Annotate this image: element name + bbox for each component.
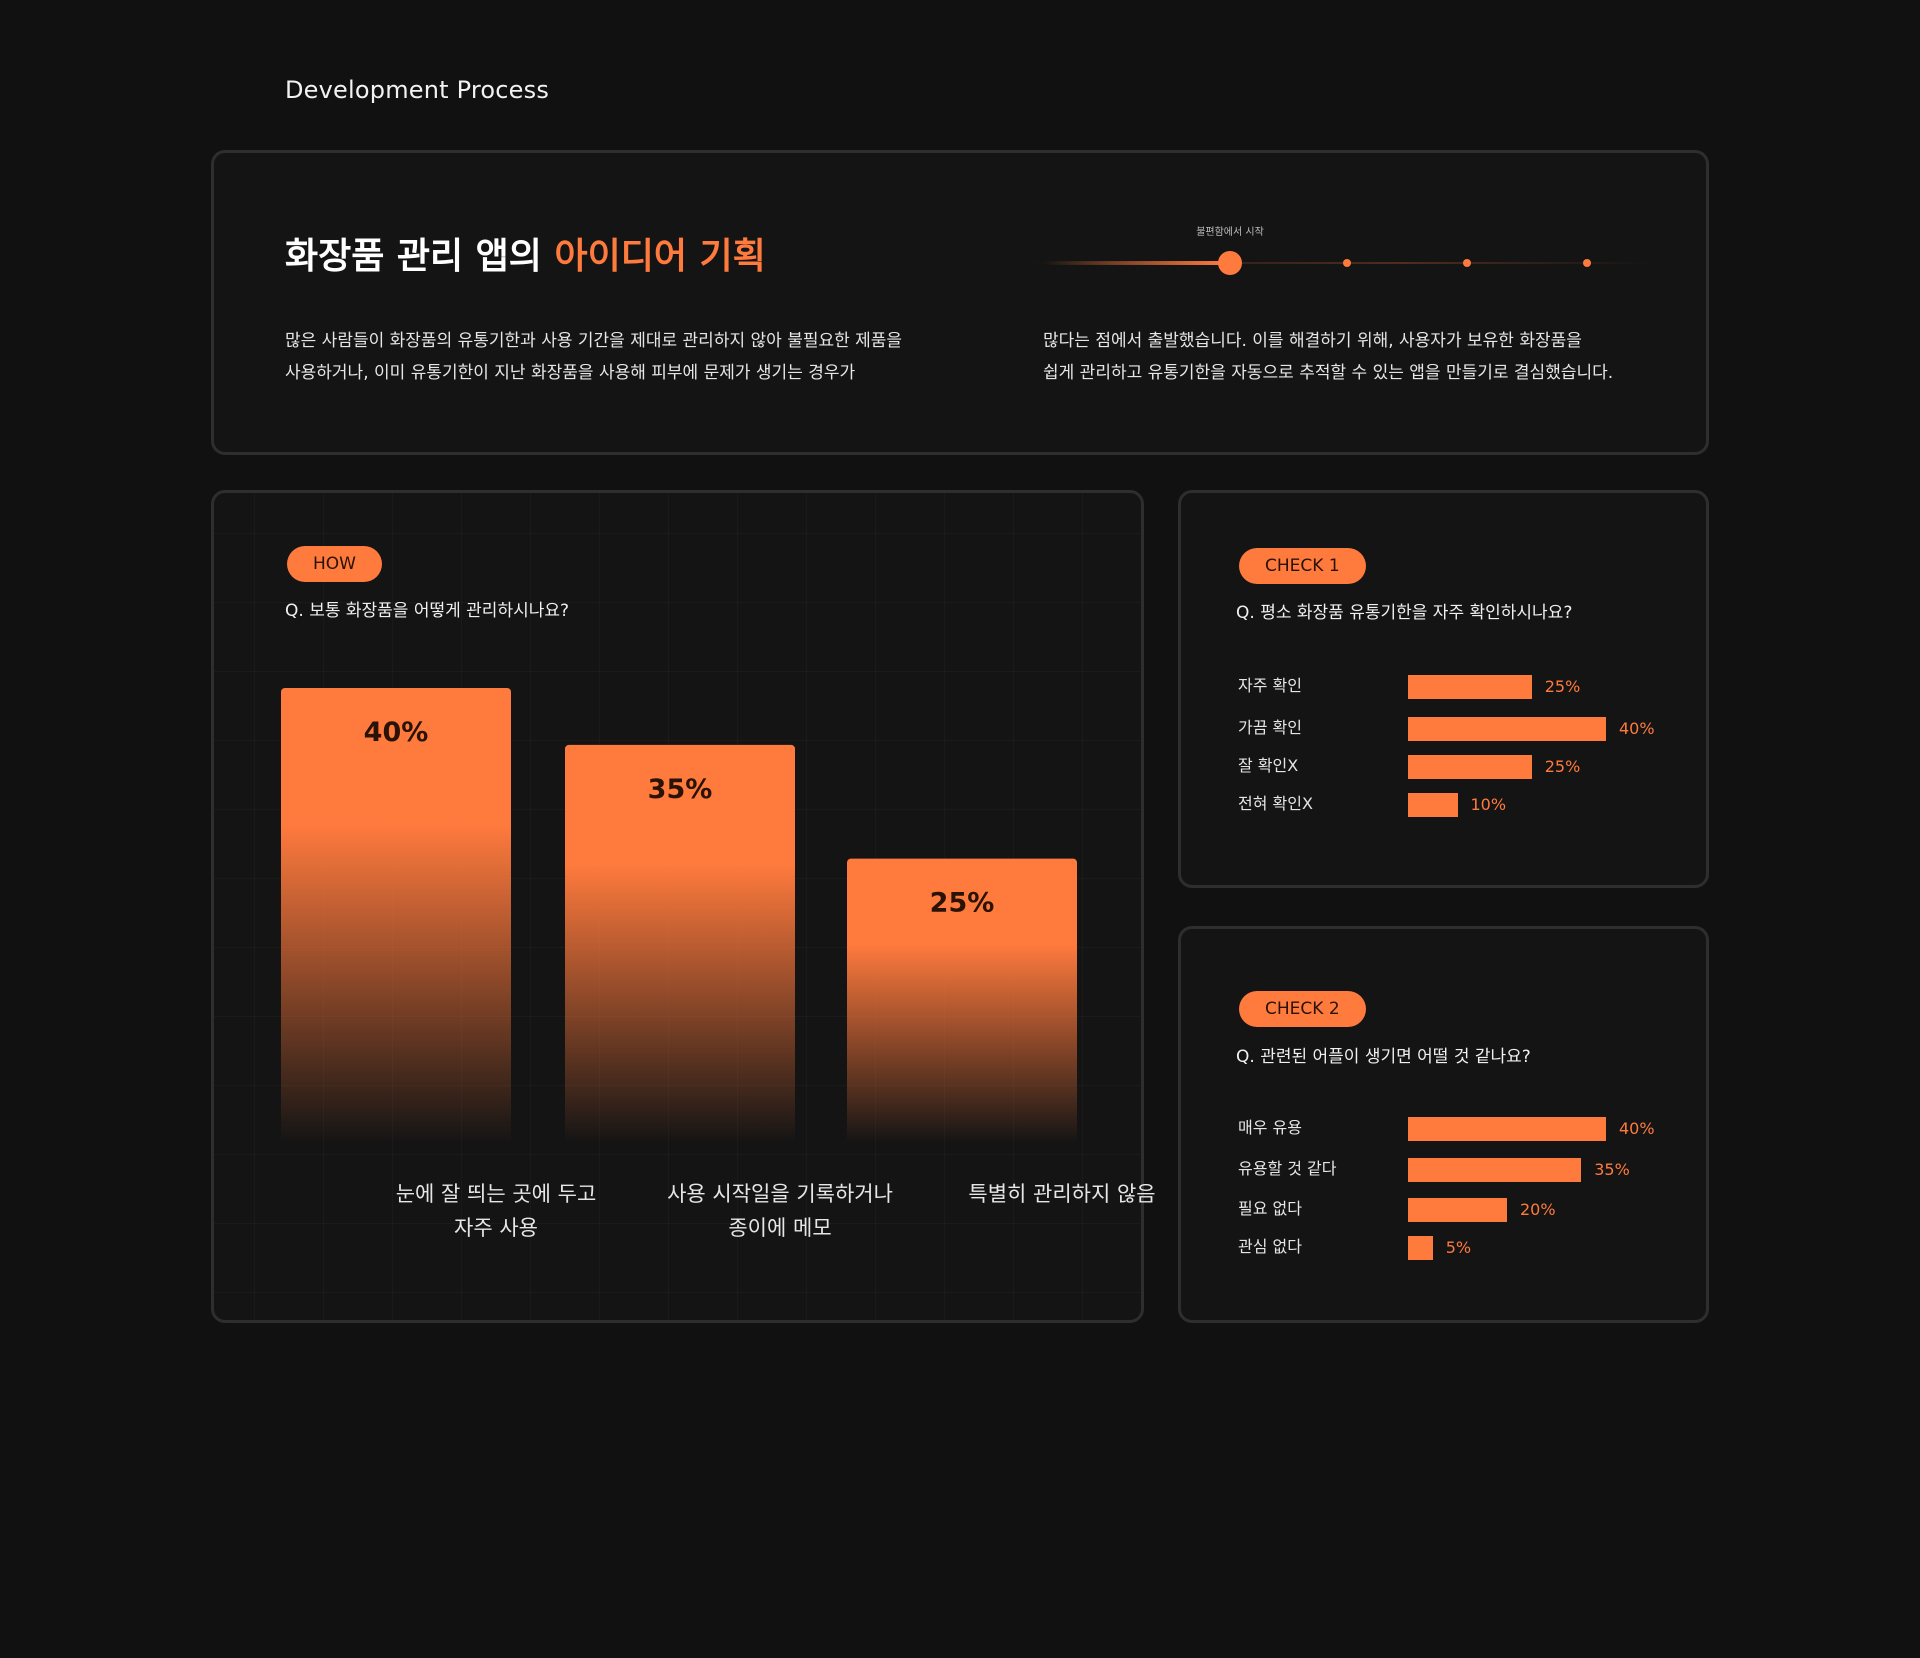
- bar: [281, 688, 511, 1143]
- idea-paragraph-right: 많다는 점에서 출발했습니다. 이를 해결하기 위해, 사용자가 보유한 화장품…: [1043, 325, 1613, 389]
- paragraph-line: 많다는 점에서 출발했습니다. 이를 해결하기 위해, 사용자가 보유한 화장품…: [1043, 331, 1582, 351]
- idea-paragraph-left: 많은 사람들이 화장품의 유통기한과 사용 기간을 제대로 관리하지 않아 불필…: [285, 325, 902, 389]
- bar-value-label: 40%: [1619, 1119, 1655, 1138]
- bar-value-label: 35%: [648, 774, 713, 805]
- idea-card: 화장품 관리 앱의 아이디어 기획 불편함에서 시작 많은 사람들이 화장품의 …: [211, 150, 1709, 455]
- idea-title: 화장품 관리 앱의 아이디어 기획: [285, 227, 766, 279]
- check1-question: Q. 평소 화장품 유통기한을 자주 확인하시나요?: [1236, 603, 1573, 623]
- bar: [1408, 793, 1458, 817]
- bar-value-label: 10%: [1470, 795, 1507, 814]
- idea-title-main: 화장품 관리 앱의: [285, 236, 555, 277]
- section-label: Development Process: [285, 76, 550, 104]
- bar-category-label: 눈에 잘 띄는 곳에 두고 자주 사용: [381, 1177, 611, 1245]
- bar-category-line: 종이에 메모: [728, 1216, 832, 1240]
- bar: [1408, 1158, 1582, 1182]
- timeline-step-3: [1463, 259, 1471, 267]
- bar-category-line: 특별히 관리하지 않음: [968, 1182, 1156, 1206]
- bar-category-label: 자주 확인: [1238, 676, 1302, 695]
- bar-value-label: 40%: [364, 717, 429, 748]
- bar-category-label: 유용할 것 같다: [1238, 1159, 1337, 1178]
- check2-question: Q. 관련된 어플이 생기면 어떨 것 같나요?: [1236, 1047, 1531, 1067]
- bar-value-label: 35%: [1594, 1160, 1630, 1179]
- bar-value-label: 40%: [1619, 719, 1655, 738]
- how-card: HOW Q. 보통 화장품을 어떻게 관리하시나요? 40% 35% 25% 눈에 …: [211, 490, 1156, 1323]
- bar: [1408, 717, 1606, 741]
- check2-card: CHECK 2 Q. 관련된 어플이 생기면 어떨 것 같나요? 매우 유용 40…: [1178, 926, 1709, 1323]
- bar-category-label: 전혀 확인X: [1238, 794, 1313, 813]
- bar: [1408, 1236, 1433, 1260]
- paragraph-line: 사용하거나, 이미 유통기한이 지난 화장품을 사용해 피부에 문제가 생기는 …: [285, 363, 856, 383]
- check1-tag: CHECK 1: [1239, 548, 1366, 584]
- bar-value-label: 25%: [1544, 757, 1581, 776]
- bar-category-label: 매우 유용: [1238, 1118, 1302, 1137]
- timeline-step-4: [1583, 259, 1591, 267]
- paragraph-line: 쉽게 관리하고 유통기한을 자동으로 추적할 수 있는 앱을 만들기로 결심했습…: [1043, 363, 1614, 383]
- bar-category-label: 사용 시작일을 기록하거나 종이에 메모: [665, 1177, 895, 1245]
- bar-category-line: 사용 시작일을 기록하거나: [667, 1182, 893, 1206]
- timeline-progress: [1044, 261, 1224, 265]
- timeline: 불편함에서 시작: [1024, 223, 1654, 283]
- paragraph-line: 많은 사람들이 화장품의 유통기한과 사용 기간을 제대로 관리하지 않아 불필…: [285, 331, 903, 351]
- bar-category-label: 특별히 관리하지 않음: [947, 1177, 1177, 1211]
- bar-category-label: 관심 없다: [1238, 1237, 1302, 1256]
- bar-value-label: 5%: [1445, 1238, 1472, 1257]
- timeline-label: 불편함에서 시작: [1196, 227, 1264, 238]
- bar-value-label: 25%: [930, 888, 995, 919]
- bar-category-label: 필요 없다: [1238, 1199, 1302, 1218]
- bar: [1408, 675, 1532, 699]
- timeline-step-2: [1343, 259, 1351, 267]
- bar: [1408, 755, 1532, 779]
- idea-title-highlight: 아이디어 기획: [554, 236, 766, 277]
- check2-tag: CHECK 2: [1239, 991, 1366, 1027]
- bar: [1408, 1198, 1507, 1222]
- bar-value-label: 25%: [1544, 677, 1581, 696]
- timeline-current-step: [1218, 251, 1242, 275]
- bar-category-line: 눈에 잘 띄는 곳에 두고: [395, 1182, 597, 1206]
- check1-card: CHECK 1 Q. 평소 화장품 유통기한을 자주 확인하시나요? 자주 확인…: [1178, 490, 1709, 888]
- bar: [1408, 1117, 1606, 1141]
- bar-category-label: 잘 확인X: [1238, 756, 1299, 775]
- bar-category-label: 가끔 확인: [1238, 718, 1302, 737]
- bar-value-label: 20%: [1520, 1200, 1556, 1219]
- bar-category-line: 자주 사용: [454, 1216, 538, 1240]
